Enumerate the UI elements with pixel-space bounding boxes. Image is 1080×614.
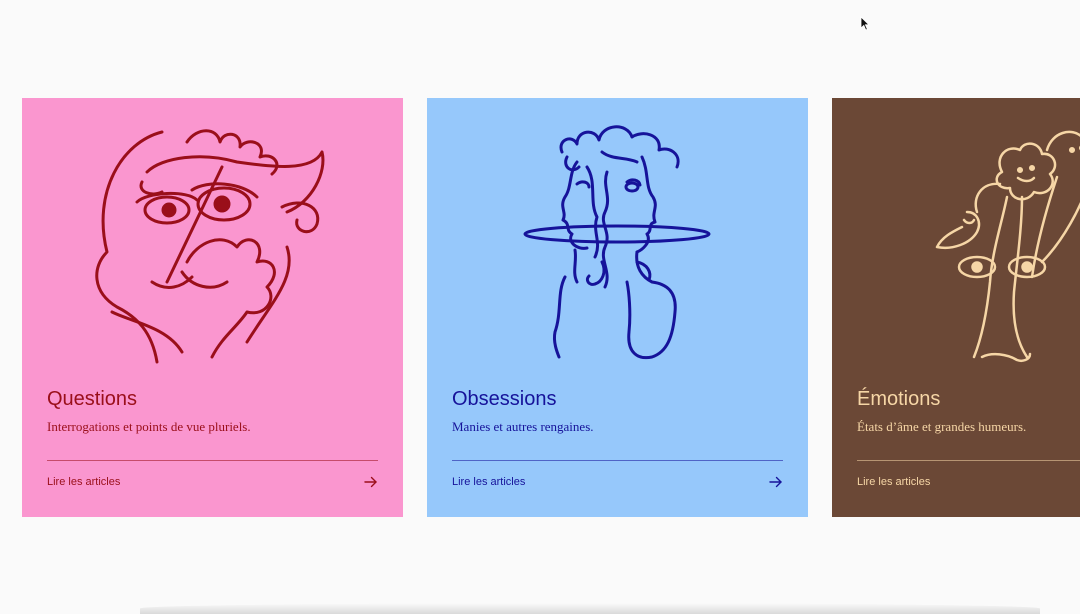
card-description: États d’âme et grandes humeurs. bbox=[857, 419, 1027, 434]
face-thinking-illustration bbox=[72, 112, 352, 372]
read-articles-link-obsessions[interactable]: Lire les articles bbox=[452, 472, 783, 494]
bottom-shadow bbox=[140, 603, 1040, 614]
category-card-questions[interactable]: Questions Interrogations et points de vu… bbox=[22, 98, 403, 517]
arrow-right-icon bbox=[364, 476, 377, 488]
divider bbox=[452, 460, 783, 461]
two-faces-illustration bbox=[477, 112, 757, 372]
card-title: Émotions bbox=[857, 388, 941, 410]
read-articles-label: Lire les articles bbox=[857, 476, 931, 488]
read-articles-link-questions[interactable]: Lire les articles bbox=[47, 472, 378, 494]
flower-faces-illustration bbox=[882, 112, 1080, 372]
divider bbox=[47, 460, 378, 461]
read-articles-label: Lire les articles bbox=[47, 476, 121, 488]
arrow-right-icon bbox=[769, 476, 782, 488]
card-description: Manies et autres rengaines. bbox=[452, 419, 594, 434]
card-description: Interrogations et points de vue pluriels… bbox=[47, 419, 251, 434]
card-title: Questions bbox=[47, 388, 138, 410]
read-articles-link-emotions[interactable]: Lire les articles bbox=[857, 472, 1080, 494]
divider bbox=[857, 460, 1080, 461]
card-title: Obsessions bbox=[452, 388, 557, 410]
read-articles-label: Lire les articles bbox=[452, 476, 526, 488]
category-card-emotions[interactable]: Émotions États d’âme et grandes humeurs.… bbox=[832, 98, 1080, 517]
category-carousel: Questions Interrogations et points de vu… bbox=[0, 0, 1080, 614]
category-card-obsessions[interactable]: Obsessions Manies et autres rengaines. L… bbox=[427, 98, 808, 517]
mouse-pointer-icon bbox=[860, 16, 870, 31]
